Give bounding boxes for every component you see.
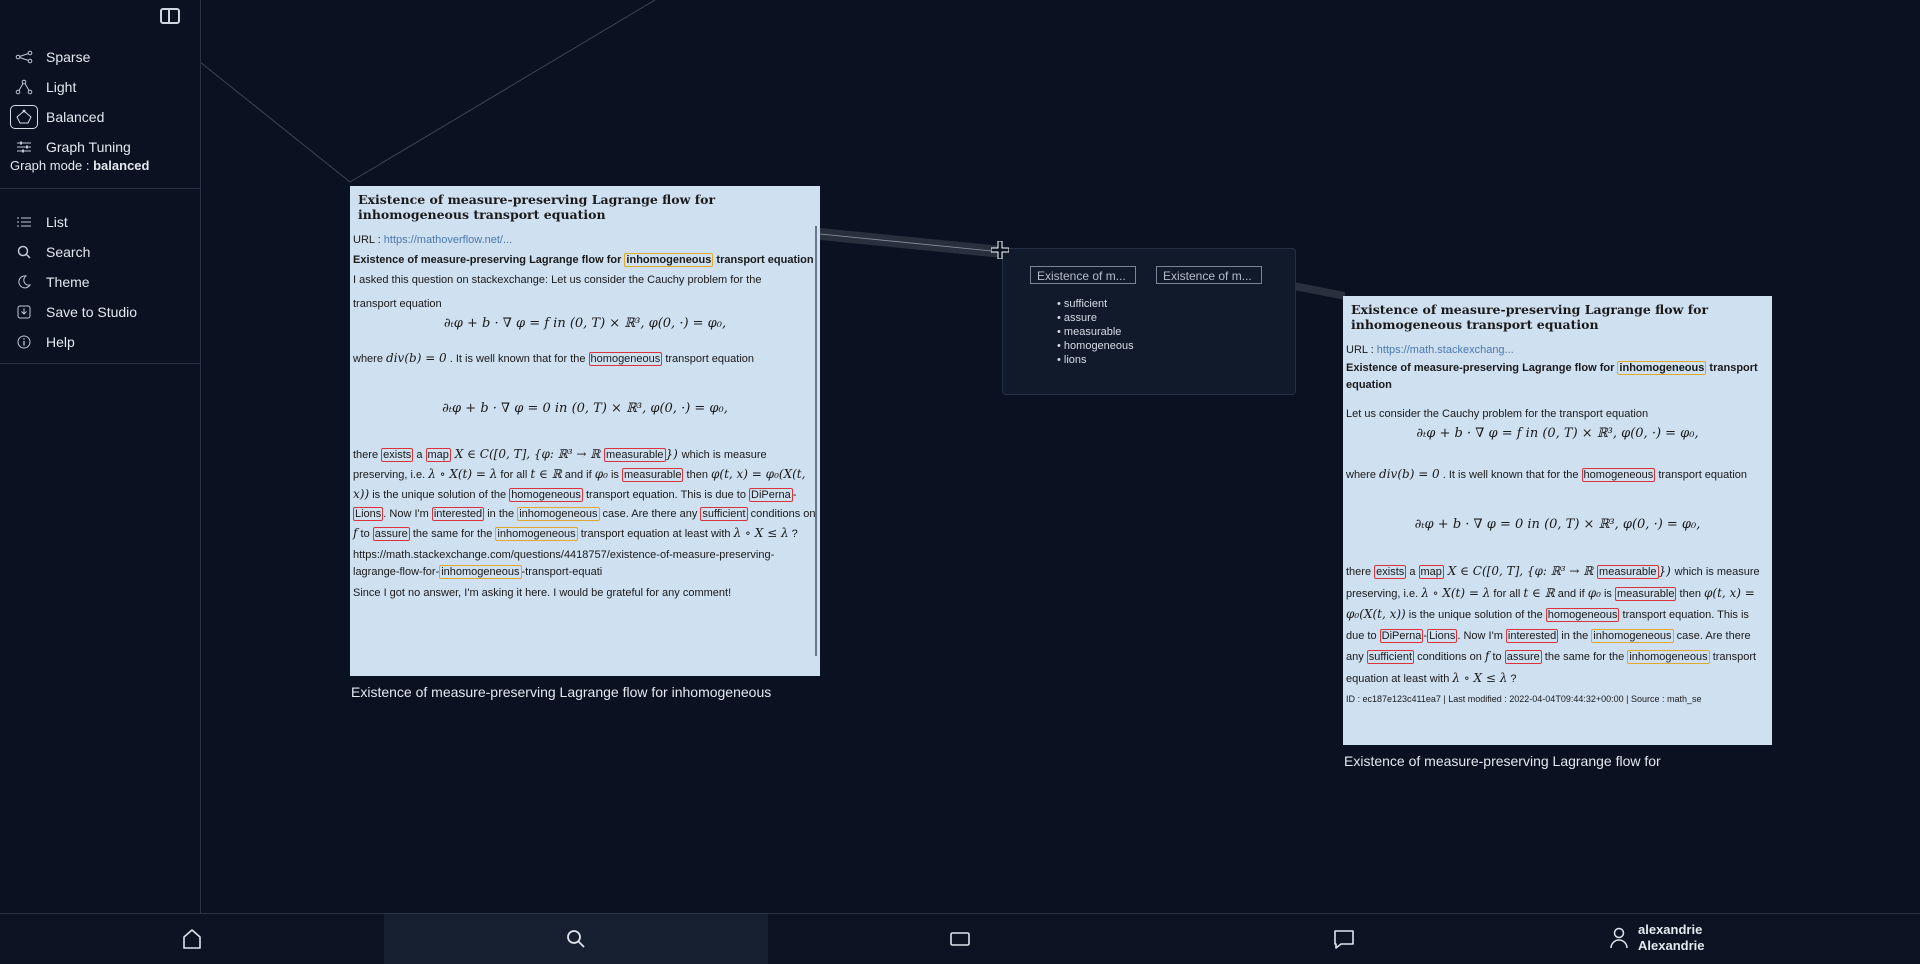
card-title: Existence of measure-preserving Lagrange… xyxy=(1351,302,1709,332)
keyword-item: assure xyxy=(1057,311,1134,325)
card-paragraph: there exists a map X ∈ C([0, T], {φ: ℝ³ … xyxy=(353,447,816,541)
search-icon xyxy=(10,245,38,259)
card-where: where div(b) = 0 . It is well known that… xyxy=(353,351,755,366)
crosshair-cursor-icon xyxy=(991,241,1009,259)
mode-label: Balanced xyxy=(46,109,105,125)
info-icon xyxy=(10,335,38,349)
card-external-link[interactable]: https://math.stackexchange.com/questions… xyxy=(350,547,820,581)
balanced-graph-icon xyxy=(10,105,38,129)
link-source-chip[interactable]: Existence of m... xyxy=(1030,266,1136,284)
keyword-item: measurable xyxy=(1057,325,1134,339)
sparse-graph-icon xyxy=(10,45,38,69)
card-caption: Existence of measure-preserving Lagrange… xyxy=(1344,753,1661,769)
divider xyxy=(0,363,200,364)
graph-edge xyxy=(349,0,656,183)
keyword-item: homogeneous xyxy=(1057,339,1134,353)
mode-label: Graph Tuning xyxy=(46,139,131,155)
graph-edge xyxy=(199,61,351,183)
menu-label: Search xyxy=(46,244,91,260)
menu-list[interactable]: List xyxy=(10,208,190,236)
link-info-panel: Existence of m... Existence of m... suff… xyxy=(1002,248,1296,395)
menu-save-to-studio[interactable]: Save to Studio xyxy=(10,298,190,326)
light-graph-icon xyxy=(10,75,38,99)
card-metadata: ID : ec187e123c411ea7 | Last modified : … xyxy=(1346,694,1702,704)
equation: ∂ₜφ + b · ∇ φ = f in (0, T) × ℝ³, φ(0, ·… xyxy=(443,316,727,331)
nav-home[interactable] xyxy=(0,914,384,964)
graph-mode-status: Graph mode : balanced xyxy=(10,158,150,173)
mode-graph-tuning[interactable]: Graph Tuning xyxy=(10,133,190,161)
link-target-chip[interactable]: Existence of m... xyxy=(1156,266,1262,284)
menu-theme[interactable]: Theme xyxy=(10,268,190,296)
keyword-item: lions xyxy=(1057,353,1134,367)
display-name: Alexandrie xyxy=(1638,938,1705,953)
divider xyxy=(0,188,200,189)
mode-label: Light xyxy=(46,79,77,95)
card-url-link[interactable]: https://math.stackexchang... xyxy=(1377,344,1514,356)
menu-label: Theme xyxy=(46,274,90,290)
sidebar: Sparse Light Balanced Graph Tuning Graph… xyxy=(0,0,201,913)
menu-help[interactable]: Help xyxy=(10,328,190,356)
sidebar-toggle-icon[interactable] xyxy=(160,8,180,24)
equation: ∂ₜφ + b · ∇ φ = 0 in (0, T) × ℝ³, φ(0, ·… xyxy=(1414,517,1701,532)
user-names: alexandrie Alexandrie xyxy=(1638,922,1704,954)
keyword-highlight: inhomogeneous xyxy=(1617,361,1707,375)
rectangle-view-icon xyxy=(950,932,970,946)
card-paragraph: there exists a map X ∈ C([0, T], {φ: ℝ³ … xyxy=(1346,564,1760,685)
card-caption: Existence of measure-preserving Lagrange… xyxy=(351,684,772,700)
menu-label: Save to Studio xyxy=(46,304,138,320)
menu-search[interactable]: Search xyxy=(10,238,190,266)
card-intro-cont: transport equation xyxy=(353,298,442,310)
mode-balanced[interactable]: Balanced xyxy=(10,103,190,131)
keyword-highlight: inhomogeneous xyxy=(624,253,714,267)
mode-sparse[interactable]: Sparse xyxy=(10,43,190,71)
nav-chat[interactable] xyxy=(1152,914,1536,964)
graph-edge xyxy=(1294,282,1345,300)
username: alexandrie xyxy=(1638,922,1703,937)
menu-label: Help xyxy=(46,334,75,350)
card-intro: I asked this question on stackexchange: … xyxy=(353,274,762,286)
card-closing: Since I got no answer, I'm asking it her… xyxy=(353,587,732,599)
mode-label: Sparse xyxy=(46,49,91,65)
card-scrollbar[interactable] xyxy=(815,226,817,656)
card-intro: Let us consider the Cauchy problem for t… xyxy=(1346,408,1649,420)
nav-view[interactable] xyxy=(768,914,1152,964)
keyword-highlight: homogeneous xyxy=(588,352,663,366)
card-url-link[interactable]: https://mathoverflow.net/... xyxy=(384,234,512,246)
nav-search[interactable] xyxy=(384,914,768,964)
card-title: Existence of measure-preserving Lagrange… xyxy=(358,192,716,222)
card-url-row: URL : https://math.stackexchang... xyxy=(1346,344,1514,356)
home-icon xyxy=(183,929,201,949)
equation: ∂ₜφ + b · ∇ φ = 0 in (0, T) × ℝ³, φ(0, ·… xyxy=(442,401,728,416)
graph-edge xyxy=(819,233,1003,253)
keyword-highlight: homogeneous xyxy=(1581,468,1656,482)
list-icon xyxy=(10,216,38,228)
card-url-row: URL : https://mathoverflow.net/... xyxy=(353,234,513,246)
user-profile[interactable]: alexandrie Alexandrie xyxy=(1610,922,1704,954)
card-heading: Existence of measure-preserving Lagrange… xyxy=(353,253,814,267)
card-where: where div(b) = 0 . It is well known that… xyxy=(1346,467,1748,482)
user-icon xyxy=(1610,927,1628,949)
menu-label: List xyxy=(46,214,68,230)
moon-icon xyxy=(10,275,38,289)
tuning-sliders-icon xyxy=(10,135,38,159)
equation: ∂ₜφ + b · ∇ φ = f in (0, T) × ℝ³, φ(0, ·… xyxy=(1416,426,1699,441)
keyword-item: sufficient xyxy=(1057,297,1134,311)
document-card-left[interactable]: Existence of measure-preserving Lagrange… xyxy=(350,186,820,676)
shared-keywords-list: sufficient assure measurable homogeneous… xyxy=(1057,297,1134,367)
chat-icon xyxy=(1334,930,1354,949)
search-icon xyxy=(567,930,585,948)
bottom-nav-bar: alexandrie Alexandrie xyxy=(0,913,1920,964)
document-card-right[interactable]: Existence of measure-preserving Lagrange… xyxy=(1343,296,1772,745)
mode-light[interactable]: Light xyxy=(10,73,190,101)
save-icon xyxy=(10,305,38,319)
card-heading: Existence of measure-preserving Lagrange… xyxy=(1346,361,1758,391)
